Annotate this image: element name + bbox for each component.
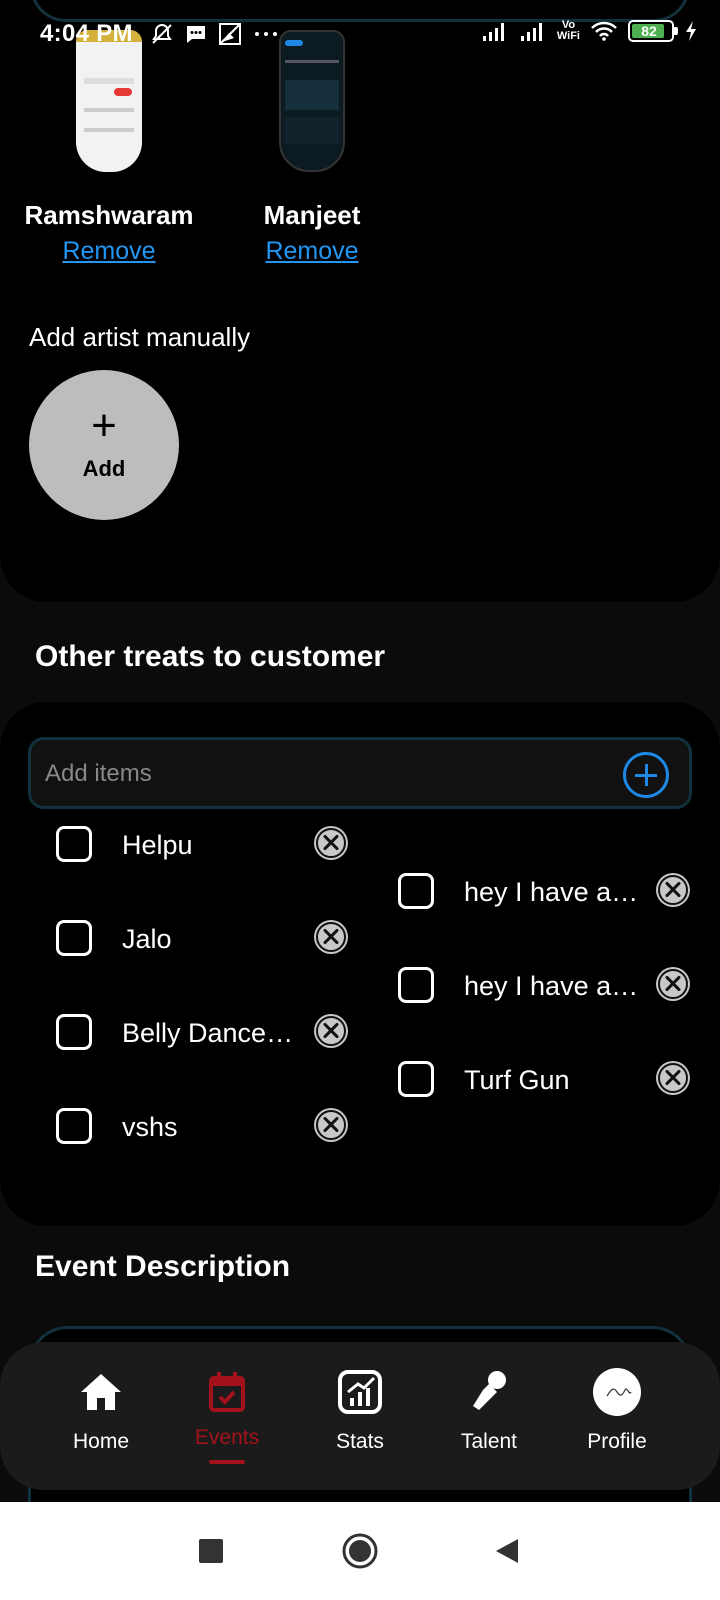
more-dots-icon bbox=[255, 32, 277, 36]
treats-card: Helpu Jalo Belly Dance show vshs hey I h… bbox=[0, 702, 720, 1226]
status-icons-right: Vo WiFi 82 bbox=[481, 20, 698, 42]
nav-talent[interactable]: Talent bbox=[434, 1368, 544, 1454]
remove-artist-link[interactable]: Remove bbox=[62, 237, 155, 266]
recent-apps-icon[interactable] bbox=[196, 1536, 226, 1566]
signal-icon bbox=[482, 23, 504, 41]
wifi-icon bbox=[591, 21, 617, 41]
mute-bell-icon bbox=[152, 23, 172, 44]
remove-treat-icon[interactable] bbox=[314, 1108, 348, 1142]
treat-label: Jalo bbox=[122, 924, 172, 954]
top-card-edge bbox=[30, 0, 690, 22]
nav-label: Profile bbox=[587, 1430, 647, 1453]
treat-item: hey I have a long item name here bbox=[398, 961, 718, 1011]
gallery-icon bbox=[219, 23, 241, 45]
nav-stats[interactable]: Stats bbox=[305, 1368, 415, 1454]
calendar-icon bbox=[209, 1372, 245, 1412]
treat-checkbox[interactable] bbox=[56, 1108, 92, 1144]
treat-checkbox[interactable] bbox=[56, 1014, 92, 1050]
home-button-icon[interactable] bbox=[341, 1532, 379, 1570]
system-nav-bar bbox=[0, 1502, 720, 1600]
add-artist-button[interactable]: + Add bbox=[29, 370, 179, 520]
remove-treat-icon[interactable] bbox=[314, 1014, 348, 1048]
remove-treat-icon[interactable] bbox=[656, 1061, 690, 1095]
microphone-icon bbox=[473, 1371, 506, 1410]
avatar bbox=[593, 1368, 641, 1416]
battery-icon: 82 bbox=[628, 20, 678, 42]
nav-label: Talent bbox=[460, 1430, 518, 1453]
treat-checkbox[interactable] bbox=[398, 1061, 434, 1097]
add-items-field bbox=[28, 737, 692, 809]
remove-treat-icon[interactable] bbox=[314, 920, 348, 954]
nav-home[interactable]: Home bbox=[46, 1368, 156, 1454]
treat-item: Turf Gun bbox=[398, 1055, 718, 1105]
remove-treat-icon[interactable] bbox=[656, 873, 690, 907]
treat-checkbox[interactable] bbox=[398, 967, 434, 1003]
artist-card: Ramshwaram Remove Manjeet Remove Add art… bbox=[0, 0, 720, 602]
treat-label: Turf Gun bbox=[464, 1065, 570, 1095]
bottom-nav: Home Events Stats Talent Profile bbox=[0, 1342, 720, 1490]
vowifi-label-bottom: WiFi bbox=[556, 30, 580, 42]
artist-name: Manjeet bbox=[263, 200, 361, 230]
treats-heading: Other treats to customer bbox=[35, 640, 386, 673]
treat-item: hey I have a long item name here bbox=[398, 867, 718, 917]
remove-artist-link[interactable]: Remove bbox=[265, 237, 358, 266]
stats-icon bbox=[338, 1370, 382, 1414]
remove-treat-icon[interactable] bbox=[314, 826, 348, 860]
treat-item: Helpu bbox=[56, 820, 376, 870]
nav-events[interactable]: Events bbox=[172, 1368, 282, 1464]
treat-checkbox[interactable] bbox=[398, 873, 434, 909]
status-bar: 4:04 PM Vo WiFi 82 bbox=[0, 0, 720, 70]
treat-checkbox[interactable] bbox=[56, 826, 92, 862]
back-icon[interactable] bbox=[492, 1536, 522, 1566]
nav-label: Home bbox=[72, 1430, 130, 1453]
treat-label: Belly Dance show bbox=[122, 1018, 300, 1048]
event-description-heading: Event Description bbox=[35, 1250, 291, 1283]
artist-name: Ramshwaram bbox=[24, 200, 194, 230]
treat-label: Helpu bbox=[122, 830, 193, 860]
treat-label: hey I have a long item name here bbox=[464, 971, 642, 1001]
treat-label: vshs bbox=[122, 1112, 178, 1142]
nav-label: Stats bbox=[336, 1430, 384, 1453]
home-icon bbox=[81, 1374, 121, 1410]
treat-item: vshs bbox=[56, 1102, 376, 1152]
nav-profile[interactable]: Profile bbox=[562, 1368, 672, 1454]
signal-icon bbox=[520, 23, 542, 41]
treat-label: hey I have a long item name here bbox=[464, 877, 642, 907]
add-button-label: Add bbox=[82, 456, 126, 481]
vowifi-icon: Vo WiFi bbox=[557, 20, 580, 42]
add-artist-manually-label: Add artist manually bbox=[29, 322, 251, 352]
add-item-plus-button[interactable] bbox=[623, 752, 669, 798]
nav-label: Events bbox=[194, 1426, 260, 1449]
treat-item: Belly Dance show bbox=[56, 1008, 376, 1058]
status-time: 4:04 PM bbox=[40, 20, 133, 47]
add-items-input[interactable] bbox=[45, 754, 585, 794]
treat-checkbox[interactable] bbox=[56, 920, 92, 956]
charging-icon bbox=[686, 21, 696, 41]
active-tab-indicator bbox=[209, 1460, 245, 1464]
battery-level: 82 bbox=[641, 23, 657, 39]
treat-item: Jalo bbox=[56, 914, 376, 964]
plus-icon: + bbox=[91, 401, 117, 450]
remove-treat-icon[interactable] bbox=[656, 967, 690, 1001]
status-icons-left bbox=[150, 22, 282, 46]
message-icon bbox=[187, 26, 205, 43]
